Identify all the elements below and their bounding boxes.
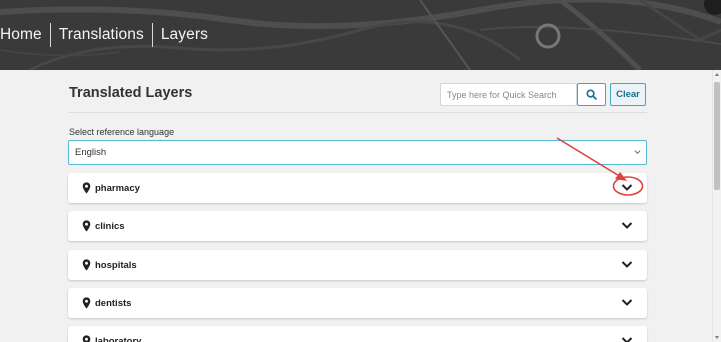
layer-name: laboratory	[95, 336, 142, 342]
scroll-down-icon[interactable]	[715, 336, 719, 339]
layer-name: clinics	[95, 221, 125, 232]
chevron-down-icon[interactable]	[621, 298, 633, 307]
vertical-scrollbar[interactable]	[712, 70, 721, 342]
breadcrumb-layers: Layers	[160, 26, 208, 43]
clear-button[interactable]: Clear	[610, 83, 646, 106]
search-icon	[586, 89, 597, 100]
chevron-down-icon	[634, 150, 641, 155]
chevron-down-icon[interactable]	[621, 221, 633, 230]
map-pin-icon	[82, 220, 91, 232]
scrollbar-thumb[interactable]	[714, 82, 720, 190]
layer-item-hospitals[interactable]: hospitals	[68, 250, 647, 280]
title-row: Translated Layers Clear	[68, 70, 647, 113]
breadcrumb-home[interactable]: Home	[0, 22, 50, 48]
layer-name: pharmacy	[95, 183, 140, 194]
reference-language-label: Select reference language	[69, 127, 175, 137]
map-pin-icon	[82, 297, 91, 309]
map-header: Home Translations Layers	[0, 0, 721, 70]
layer-item-pharmacy[interactable]: pharmacy	[68, 173, 647, 203]
chevron-down-icon[interactable]	[621, 336, 633, 342]
reference-language-value: English	[75, 147, 107, 158]
breadcrumb: Home Translations Layers	[0, 22, 216, 48]
layer-item-laboratory[interactable]: laboratory	[68, 326, 647, 342]
layer-name: dentists	[95, 298, 132, 309]
breadcrumb-translations[interactable]: Translations	[51, 22, 152, 48]
chevron-down-icon[interactable]	[621, 183, 633, 192]
main-content: Translated Layers Clear Select reference…	[68, 70, 647, 342]
map-pin-icon	[82, 182, 91, 194]
page-title: Translated Layers	[69, 85, 193, 101]
map-pin-icon	[82, 259, 91, 271]
map-pin-icon	[82, 335, 91, 342]
reference-language-select[interactable]: English	[68, 140, 647, 165]
quick-search-input[interactable]	[440, 83, 577, 106]
layer-name: hospitals	[95, 260, 137, 271]
chevron-down-icon[interactable]	[621, 260, 633, 269]
search-button[interactable]	[577, 83, 606, 106]
layer-item-dentists[interactable]: dentists	[68, 288, 647, 318]
layer-item-clinics[interactable]: clinics	[68, 211, 647, 241]
scroll-up-icon[interactable]	[715, 73, 719, 76]
